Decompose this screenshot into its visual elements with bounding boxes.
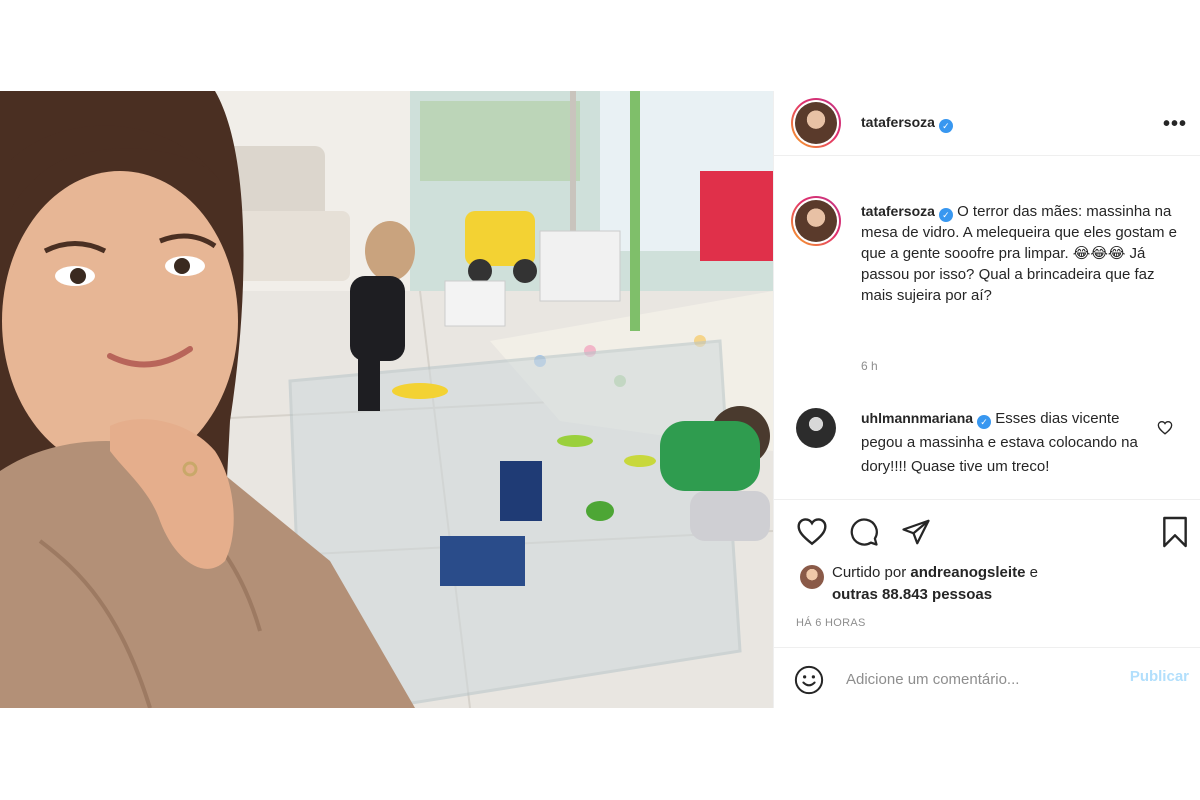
likes-connector: e [1029, 564, 1038, 581]
post-photo[interactable] [0, 91, 773, 708]
liker-avatar[interactable] [800, 565, 824, 589]
comment-input[interactable] [846, 666, 1096, 692]
share-direct-icon[interactable] [901, 517, 931, 547]
post-side-panel: tatafersoza ✓ ••• tatafersoza ✓ O terror d… [773, 91, 1200, 708]
author-avatar[interactable] [791, 98, 841, 148]
post-photo-illustration [0, 91, 773, 708]
likes-prefix: Curtido por [832, 564, 907, 581]
likes-summary: Curtido por andreanogsleite e outras 88.… [832, 562, 1192, 606]
like-heart-icon[interactable] [796, 516, 828, 546]
post-header: tatafersoza ✓ ••• [774, 91, 1200, 156]
comments-list[interactable]: tatafersoza ✓ O terror das mães: massinha… [774, 156, 1200, 499]
caption: tatafersoza ✓ O terror das mães: massinha… [861, 201, 1181, 306]
comment-like-heart-icon[interactable] [1157, 420, 1173, 435]
caption-age[interactable]: 6 h [861, 359, 878, 373]
comment-verified-badge-icon: ✓ [977, 415, 992, 429]
more-options-icon[interactable]: ••• [1163, 113, 1187, 136]
add-comment-bar: Publicar [774, 647, 1200, 709]
caption-author-avatar[interactable] [791, 196, 841, 246]
likes-others-count[interactable]: outras 88.843 pessoas [832, 586, 992, 603]
posted-time[interactable]: HÁ 6 HORAS [796, 617, 866, 629]
comment-item: uhlmannmariana ✓ Esses dias vicente pegou… [861, 406, 1146, 479]
author-username-text[interactable]: tatafersoza [861, 114, 935, 130]
publish-button[interactable]: Publicar [1130, 668, 1189, 685]
comment-bubble-icon[interactable] [848, 517, 880, 547]
commenter-avatar[interactable] [796, 408, 836, 448]
caption-username[interactable]: tatafersoza [861, 203, 935, 219]
author-username[interactable]: tatafersoza ✓ [861, 114, 953, 133]
save-bookmark-icon[interactable] [1161, 516, 1189, 548]
caption-verified-badge-icon: ✓ [938, 208, 953, 222]
emoji-icon[interactable] [794, 665, 824, 695]
liker-username[interactable]: andreanogsleite [910, 564, 1025, 581]
verified-badge-icon: ✓ [938, 119, 953, 133]
comment-username[interactable]: uhlmannmariana [861, 410, 973, 426]
post-actions: Curtido por andreanogsleite e outras 88.… [774, 499, 1200, 709]
